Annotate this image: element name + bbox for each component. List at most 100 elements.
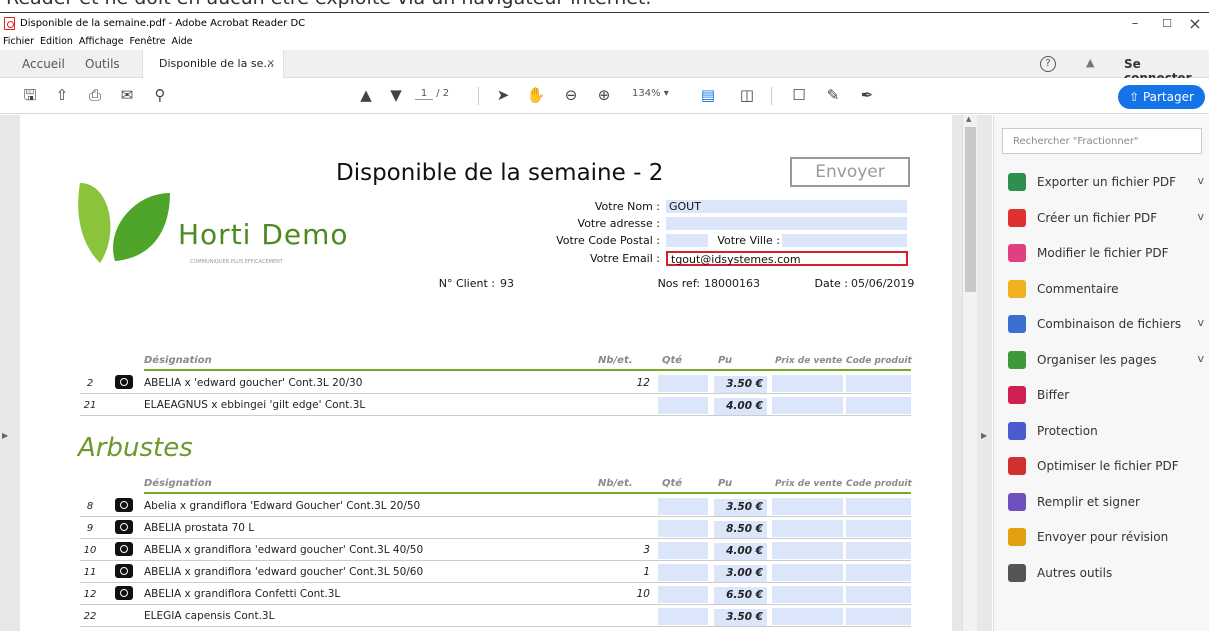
qte-field[interactable] xyxy=(658,564,708,581)
zoom-out-icon[interactable]: ⊖ xyxy=(561,85,581,105)
logo-name: Horti Demo xyxy=(178,218,349,251)
expand-left-icon[interactable]: ▶ xyxy=(2,431,8,440)
page-down-icon[interactable]: ▼ xyxy=(386,85,406,105)
qte-field[interactable] xyxy=(658,608,708,625)
select-cursor-icon[interactable]: ➤ xyxy=(493,85,513,105)
page-current-input[interactable]: 1 xyxy=(415,88,433,100)
tool-item[interactable]: Exporter un fichier PDF v xyxy=(1004,171,1209,195)
code-postal-field[interactable] xyxy=(666,234,708,247)
tool-item[interactable]: Créer un fichier PDF v xyxy=(1004,207,1209,231)
print-icon[interactable]: ⎙ xyxy=(85,85,105,105)
share-button[interactable]: ⇧ Partager xyxy=(1118,85,1205,109)
code-produit-field[interactable] xyxy=(846,375,911,392)
camera-icon[interactable] xyxy=(115,586,133,600)
minimize-button[interactable]: – xyxy=(1120,15,1150,33)
code-produit-field[interactable] xyxy=(846,397,911,414)
zoom-in-icon[interactable]: ⊕ xyxy=(594,85,614,105)
code-produit-field[interactable] xyxy=(846,608,911,625)
close-button[interactable]: × xyxy=(1180,15,1209,33)
send-button[interactable]: Envoyer xyxy=(790,157,910,187)
camera-icon[interactable] xyxy=(115,375,133,389)
menu-aide[interactable]: Aide xyxy=(168,34,195,47)
tool-item[interactable]: Commentaire xyxy=(1004,278,1209,302)
collapse-panel-icon[interactable]: ▶ xyxy=(981,431,987,440)
prix-vente-field[interactable] xyxy=(772,520,843,537)
code-produit-field[interactable] xyxy=(846,498,911,515)
qte-field[interactable] xyxy=(658,498,708,515)
nom-field[interactable]: GOUT xyxy=(666,200,907,213)
tool-icon xyxy=(1008,421,1026,440)
menu-affichage[interactable]: Affichage xyxy=(76,34,127,47)
tool-item[interactable]: Optimiser le fichier PDF xyxy=(1004,455,1209,479)
adresse-field[interactable] xyxy=(666,217,907,230)
prix-vente-field[interactable] xyxy=(772,564,843,581)
tool-item[interactable]: Remplir et signer xyxy=(1004,491,1209,515)
search-icon[interactable]: ⚲ xyxy=(150,85,170,105)
tool-item[interactable]: Modifier le fichier PDF xyxy=(1004,242,1209,266)
prix-vente-field[interactable] xyxy=(772,586,843,603)
camera-icon[interactable] xyxy=(115,498,133,512)
tab-accueil[interactable]: Accueil xyxy=(22,50,65,78)
camera-icon[interactable] xyxy=(115,564,133,578)
tab-close-icon[interactable]: × xyxy=(267,50,275,78)
menu-fenetre[interactable]: Fenêtre xyxy=(127,34,169,47)
code-produit-field[interactable] xyxy=(846,586,911,603)
fit-page-icon[interactable]: ▤ xyxy=(698,85,718,105)
bell-icon[interactable]: ▲ xyxy=(1086,56,1100,72)
tool-icon xyxy=(1008,492,1026,511)
scroll-thumb[interactable] xyxy=(965,127,976,292)
qte-field[interactable] xyxy=(658,520,708,537)
prix-vente-field[interactable] xyxy=(772,498,843,515)
prix-vente-field[interactable] xyxy=(772,542,843,559)
scroll-mode-icon[interactable]: ◫ xyxy=(737,85,757,105)
upload-icon[interactable]: ⇧ xyxy=(52,85,72,105)
tools-search-input[interactable]: Rechercher "Fractionner" xyxy=(1002,128,1202,154)
code-produit-field[interactable] xyxy=(846,520,911,537)
email-icon[interactable]: ✉ xyxy=(117,85,137,105)
tool-icon xyxy=(1008,315,1026,333)
email-field[interactable]: tgout@idsystemes.com xyxy=(666,251,908,266)
menu-fichier[interactable]: Fichier xyxy=(0,34,37,47)
qte-field[interactable] xyxy=(658,542,708,559)
prix-vente-field[interactable] xyxy=(772,375,843,392)
page-up-icon[interactable]: ▲ xyxy=(356,85,376,105)
tool-item[interactable]: Autres outils xyxy=(1004,562,1209,586)
highlight-pen-icon[interactable]: ✎ xyxy=(823,85,843,105)
chevron-down-icon[interactable]: v xyxy=(1197,210,1204,223)
qte-field[interactable] xyxy=(658,397,708,414)
comment-icon[interactable]: ☐ xyxy=(789,85,809,105)
tool-item[interactable]: Organiser les pages v xyxy=(1004,349,1209,373)
camera-icon[interactable] xyxy=(115,542,133,556)
camera-icon[interactable] xyxy=(115,520,133,534)
chevron-down-icon[interactable]: v xyxy=(1197,352,1204,365)
tool-item[interactable]: Envoyer pour révision xyxy=(1004,526,1209,550)
menu-edition[interactable]: Edition xyxy=(37,34,76,47)
code-produit-field[interactable] xyxy=(846,564,911,581)
scroll-up-icon[interactable]: ▲ xyxy=(966,115,971,123)
tab-outils[interactable]: Outils xyxy=(85,50,120,78)
ville-field[interactable] xyxy=(782,234,907,247)
tool-item[interactable]: Biffer xyxy=(1004,384,1209,408)
left-rail[interactable]: ▶ xyxy=(0,115,11,631)
sign-icon[interactable]: ✒ xyxy=(857,85,877,105)
save-icon[interactable]: 🖫 xyxy=(20,85,40,105)
prix-vente-field[interactable] xyxy=(772,397,843,414)
code-produit-field[interactable] xyxy=(846,542,911,559)
tool-label: Optimiser le fichier PDF xyxy=(1037,459,1179,473)
help-icon[interactable]: ? xyxy=(1040,56,1056,72)
prix-vente-field[interactable] xyxy=(772,608,843,625)
tool-item[interactable]: Combinaison de fichiers v xyxy=(1004,313,1209,337)
tool-item[interactable]: Protection xyxy=(1004,420,1209,444)
hand-tool-icon[interactable]: ✋ xyxy=(526,85,546,105)
right-rail[interactable]: ▶ xyxy=(977,115,992,631)
maximize-button[interactable]: ☐ xyxy=(1152,15,1182,33)
pu-value: 4.00 € xyxy=(714,398,767,415)
tab-document[interactable]: Disponible de la se... × xyxy=(142,50,284,78)
qte-field[interactable] xyxy=(658,586,708,603)
vertical-scrollbar[interactable]: ▲ xyxy=(962,115,977,631)
zoom-select[interactable]: 134% ▾ xyxy=(632,88,669,99)
qte-field[interactable] xyxy=(658,375,708,392)
chevron-down-icon[interactable]: v xyxy=(1197,316,1204,329)
chevron-down-icon[interactable]: v xyxy=(1197,174,1204,187)
table-row: 10 ABELIA x grandiflora 'edward goucher' … xyxy=(80,541,911,561)
